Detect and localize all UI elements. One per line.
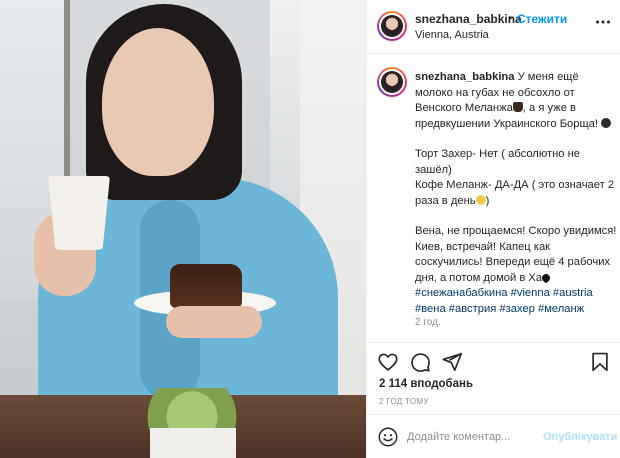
caption-line: Торт Захер- Нет ( абсолютно не зашёл) (415, 148, 581, 176)
separator-dot: • (508, 11, 513, 25)
post-header: snezhana_babkina • Стежити Vienna, Austr… (367, 0, 620, 54)
comment-bubble-icon[interactable] (409, 351, 431, 373)
publish-button[interactable]: Опублікувати (543, 431, 617, 443)
follow-button[interactable]: Стежити (517, 12, 567, 26)
comments-section: snezhana_babkina У меня ещё молоко на гу… (367, 55, 620, 343)
caption-hashtags[interactable]: #снежанабабкина #vienna #austria #вена #… (415, 286, 617, 317)
cake-slice (170, 264, 242, 308)
post-location[interactable]: Vienna, Austria (415, 29, 489, 41)
smile-emoji-icon (475, 194, 486, 205)
right-hand (166, 306, 262, 338)
bookmark-icon[interactable] (589, 351, 611, 373)
more-options-icon[interactable] (595, 14, 611, 30)
heart-icon[interactable] (377, 351, 399, 373)
post-side-panel: snezhana_babkina • Стежити Vienna, Austr… (366, 0, 620, 458)
author-avatar[interactable] (377, 11, 407, 41)
like-count[interactable]: 2 114 вподобань (379, 378, 473, 390)
comment-input[interactable] (407, 429, 537, 445)
smiley-icon[interactable] (377, 426, 399, 448)
author-username[interactable]: snezhana_babkina (415, 12, 522, 26)
caption-time: 2 год. (415, 317, 441, 328)
caption-author[interactable]: snezhana_babkina (415, 71, 514, 83)
caption-line: Вена, не прощаемся! Скоро увидимся! Киев… (415, 225, 617, 284)
paper-plane-icon[interactable] (441, 351, 463, 373)
pot-emoji-icon (601, 117, 612, 128)
comment-composer: Опублікувати (367, 414, 620, 458)
coffee-emoji-icon (512, 102, 523, 112)
post-photo[interactable] (0, 0, 366, 458)
face (102, 28, 214, 176)
caption-line: ) (485, 194, 490, 207)
post-timestamp[interactable]: 2 ГОД ТОМУ (379, 397, 429, 406)
post-caption: snezhana_babkina У меня ещё молоко на гу… (415, 70, 617, 317)
caption-line: Кофе Меланж- ДА-ДА ( это означает 2 раза… (415, 179, 615, 207)
coffee-cup (48, 176, 110, 250)
plant-pot (150, 428, 236, 458)
black-heart-emoji-icon (540, 271, 552, 284)
caption-author-avatar[interactable] (377, 67, 407, 97)
post-actions (367, 343, 620, 379)
